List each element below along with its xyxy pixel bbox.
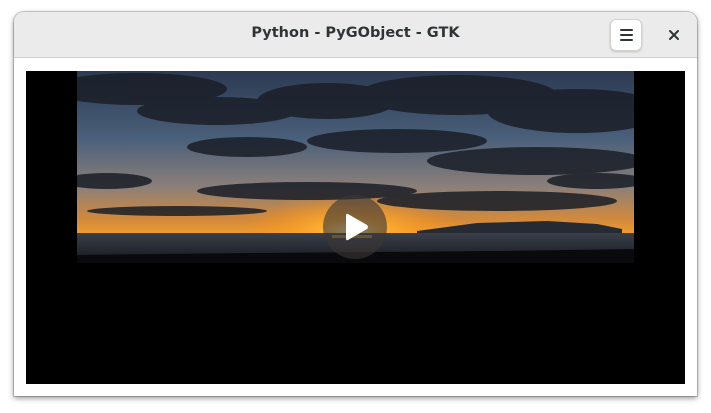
window-content: [14, 58, 697, 396]
app-window: Python - PyGObject - GTK: [14, 12, 697, 396]
header-bar: Python - PyGObject - GTK: [14, 12, 697, 58]
play-icon: [346, 213, 368, 241]
play-button[interactable]: [323, 195, 387, 259]
video-player[interactable]: [26, 71, 685, 384]
close-button[interactable]: [662, 23, 686, 47]
close-icon: [669, 30, 679, 40]
main-menu-button[interactable]: [610, 19, 642, 51]
window-title: Python - PyGObject - GTK: [251, 25, 460, 41]
